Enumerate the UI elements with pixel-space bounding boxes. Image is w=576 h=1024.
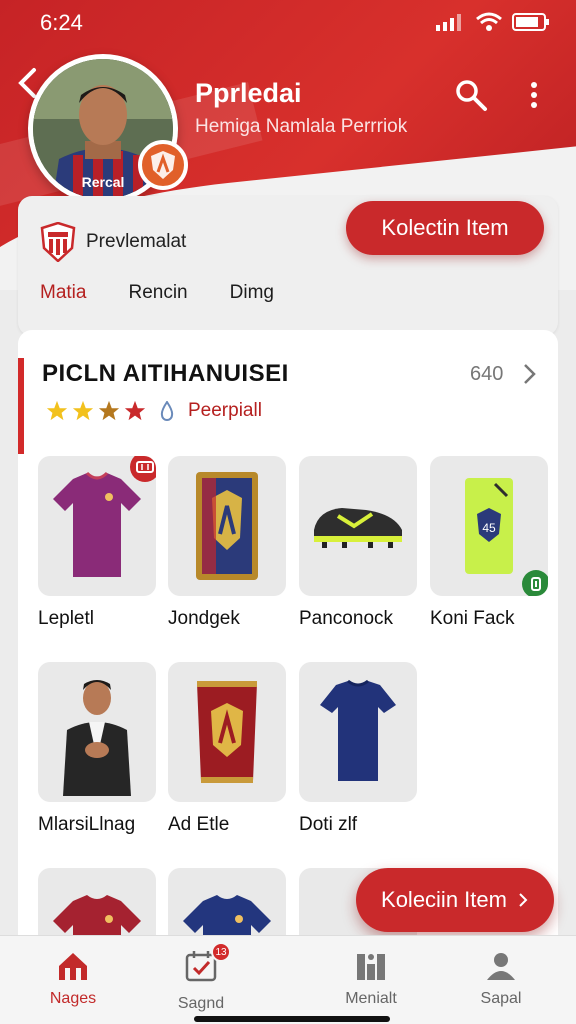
blue-shirt-icon — [320, 679, 396, 781]
section-title: PICLN AITIHANUISEI — [42, 360, 289, 387]
grid-item[interactable]: Jondgek — [168, 456, 286, 630]
grid-item[interactable]: Doti zlf — [299, 662, 417, 836]
stats-icon — [357, 954, 385, 980]
grid-item[interactable]: MlarsiLlnag — [38, 662, 156, 836]
nav-label: Sapal — [480, 990, 522, 1007]
star-icon — [72, 400, 94, 421]
tab-rencin[interactable]: Rencin — [128, 282, 187, 304]
team-row: Prevlemalat — [40, 222, 186, 262]
battery-icon — [512, 13, 549, 31]
football-boot-icon — [314, 508, 402, 548]
svg-text:Rercal: Rercal — [82, 174, 125, 190]
team-label: Prevlemalat — [86, 231, 187, 252]
profile-subtitle: Hemiga Namlala Perrriok — [195, 116, 408, 137]
nav-item-nages[interactable]: Nages — [18, 950, 128, 1008]
section-count[interactable]: 640 — [470, 363, 503, 386]
bottom-navigation: Nages 13 Sagnd Menialt Sapal — [0, 935, 576, 1024]
player-figure-icon — [63, 680, 131, 796]
home-indicator — [194, 1016, 390, 1022]
rating-label: Peerpiall — [188, 400, 262, 421]
star-icon — [46, 400, 68, 421]
card-pack-icon — [196, 472, 258, 580]
nav-item-menialt[interactable]: Menialt — [316, 950, 426, 1008]
item-label: Koni Fack — [430, 608, 515, 629]
svg-text:45: 45 — [482, 521, 496, 535]
red-pack-icon — [197, 681, 257, 783]
team-crest-icon — [40, 222, 76, 262]
wifi-icon — [476, 12, 502, 31]
chevron-right-icon — [519, 893, 528, 907]
drop-icon — [160, 401, 174, 421]
item-label: Lepletl — [38, 608, 94, 629]
grid-item[interactable]: Ad Etle — [168, 662, 286, 836]
rating-row: Peerpiall — [46, 400, 262, 422]
signal-icon — [436, 14, 461, 31]
profile-tabs: Matia Rencin Dimg — [40, 282, 274, 304]
purple-jersey-icon — [53, 471, 141, 577]
section-accent-bar — [18, 358, 24, 454]
grid-item[interactable]: Panconock — [299, 456, 417, 630]
tab-dimg[interactable]: Dimg — [230, 282, 274, 304]
green-kit-icon: 45 — [465, 478, 513, 574]
status-bar: 6:24 — [0, 0, 576, 44]
fab-label: Koleciin Item — [381, 887, 507, 912]
item-label: Ad Etle — [168, 814, 230, 835]
club-badge-icon — [138, 140, 188, 190]
item-label: Panconock — [299, 608, 394, 629]
nav-label: Sagnd — [177, 995, 225, 1012]
item-label: Doti zlf — [299, 814, 358, 835]
more-options-icon[interactable] — [524, 80, 544, 110]
collect-item-fab[interactable]: Koleciin Item — [356, 868, 554, 932]
star-icon — [124, 400, 146, 421]
status-badge-icon — [522, 570, 548, 596]
grid-item[interactable]: Lepletl — [38, 456, 156, 630]
chevron-right-icon[interactable] — [520, 362, 538, 386]
star-icon — [98, 400, 120, 421]
status-time: 6:24 — [40, 10, 83, 35]
nav-item-sagnd[interactable]: 13 Sagnd — [146, 942, 256, 1013]
search-icon[interactable] — [454, 78, 488, 112]
nav-label: Menialt — [345, 990, 397, 1007]
notification-badge: 13 — [211, 942, 231, 962]
profile-icon — [487, 953, 515, 980]
collect-item-button[interactable]: Kolectin Item — [346, 201, 544, 255]
profile-name: Pprledai — [195, 78, 302, 108]
nav-label: Nages — [49, 990, 97, 1007]
grid-item[interactable]: 45 Koni Fack — [430, 456, 548, 630]
nav-item-sapal[interactable]: Sapal — [446, 950, 556, 1008]
tab-matia[interactable]: Matia — [40, 282, 86, 304]
item-label: Jondgek — [168, 608, 240, 629]
home-icon — [59, 953, 87, 980]
item-label: MlarsiLlnag — [38, 814, 136, 835]
